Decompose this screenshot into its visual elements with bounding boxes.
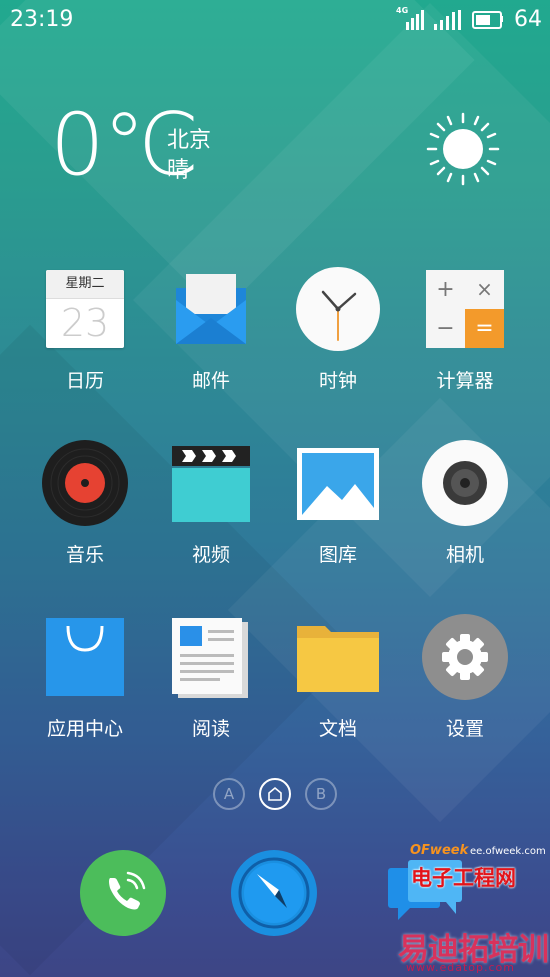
gallery-icon [297, 448, 379, 520]
cellular-signal-icon: 4G [396, 6, 424, 30]
watermark-site-url: www.edatop.com [406, 961, 515, 974]
settings-icon [422, 614, 508, 700]
page-indicator-home[interactable] [259, 778, 291, 810]
music-icon [42, 440, 128, 526]
app-documents[interactable]: 文档 [275, 614, 401, 744]
video-icon [172, 446, 250, 522]
calendar-icon: 星期二 23 [46, 270, 124, 348]
watermark-url: ee.ofweek.com [470, 846, 546, 857]
dock-phone[interactable] [80, 850, 166, 936]
app-reader[interactable]: 阅读 [148, 614, 274, 744]
app-label: 音乐 [65, 544, 104, 566]
app-label: 应用中心 [46, 718, 123, 740]
weather-condition: 晴 [167, 158, 190, 183]
battery-tip [500, 16, 503, 22]
dock-browser[interactable] [231, 850, 317, 936]
app-store[interactable]: 应用中心 [22, 614, 148, 744]
app-label: 计算器 [436, 370, 494, 392]
status-time: 23:19 [10, 7, 74, 32]
folder-icon [297, 626, 379, 692]
home-icon [268, 786, 282, 801]
app-store-icon [46, 618, 124, 696]
battery-icon [472, 11, 502, 29]
app-label: 邮件 [191, 370, 230, 392]
camera-icon [422, 440, 508, 526]
app-video[interactable]: 视频 [148, 440, 274, 570]
page-indicator-a[interactable]: A [213, 778, 245, 810]
app-mail[interactable]: 邮件 [148, 266, 274, 396]
sun-icon [426, 112, 500, 186]
reader-icon [172, 618, 248, 698]
weather-city: 北京 [167, 128, 212, 153]
calculator-icon: + × − = [426, 270, 504, 348]
app-label: 图库 [318, 544, 357, 566]
app-calculator[interactable]: + × − = 计算器 [402, 266, 528, 396]
app-clock[interactable]: 时钟 [275, 266, 401, 396]
app-label: 文档 [318, 718, 357, 740]
network-type-label: 4G [396, 6, 409, 15]
app-label: 时钟 [318, 370, 357, 392]
app-label: 阅读 [191, 718, 230, 740]
calendar-weekday: 星期二 [46, 270, 124, 299]
browser-icon [238, 857, 310, 929]
app-label: 设置 [445, 718, 484, 740]
page-indicator-b[interactable]: B [305, 778, 337, 810]
app-label: 视频 [191, 544, 230, 566]
app-calendar[interactable]: 星期二 23 日历 [22, 266, 148, 396]
app-label: 相机 [445, 544, 484, 566]
mail-icon [176, 274, 246, 344]
watermark-brand: OFweek [410, 843, 469, 858]
app-music[interactable]: 音乐 [22, 440, 148, 570]
calendar-day: 23 [60, 301, 110, 345]
app-settings[interactable]: 设置 [402, 614, 528, 744]
phone-icon [109, 871, 146, 910]
app-gallery[interactable]: 图库 [275, 440, 401, 570]
battery-level: 64 [514, 7, 542, 32]
app-label: 日历 [65, 370, 104, 392]
status-bar: 23:19 4G 64 [0, 0, 550, 40]
clock-icon [296, 267, 380, 351]
watermark-name: 电子工程网 [411, 866, 516, 890]
app-camera[interactable]: 相机 [402, 440, 528, 570]
cellular-signal-2-icon [434, 10, 462, 30]
